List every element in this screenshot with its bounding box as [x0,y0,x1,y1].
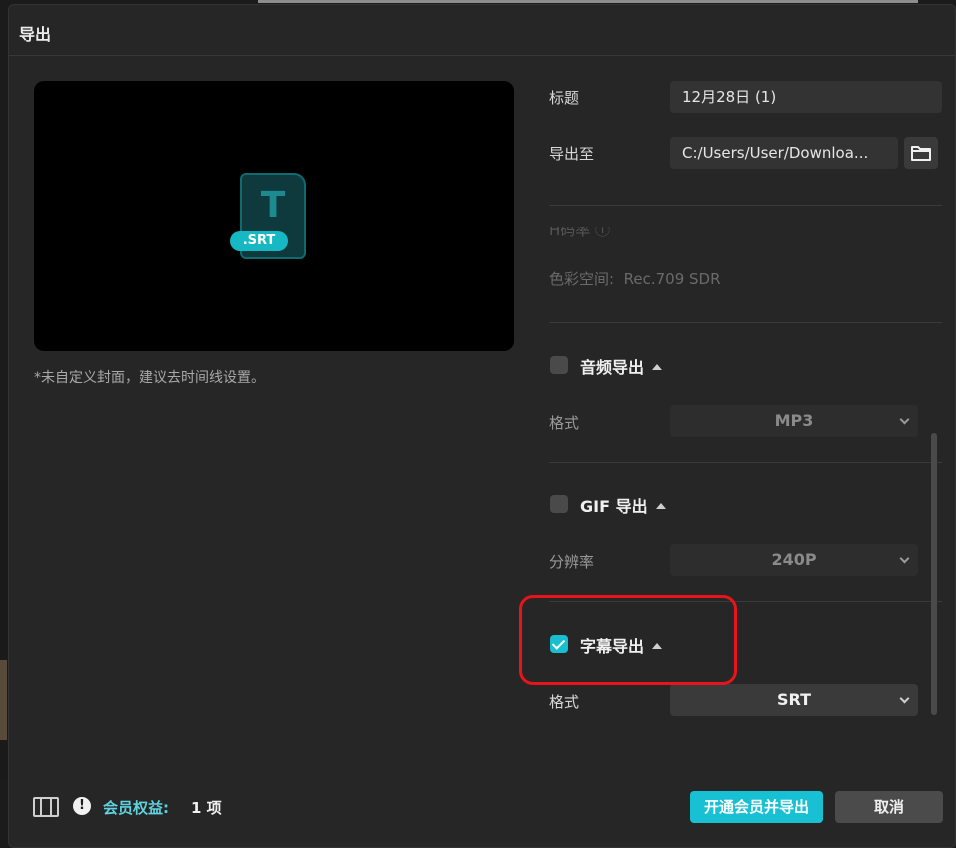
settings-scrollbar[interactable] [931,433,937,715]
audio-export-checkbox[interactable] [550,356,568,374]
color-space-label: 色彩空间: Rec.709 SDR [549,270,721,288]
audio-export-title[interactable]: 音频导出 [580,354,663,378]
cancel-button[interactable]: 取消 [835,791,943,823]
chevron-down-icon [899,553,910,564]
doc-letter: T [260,185,286,226]
title-divider [9,55,955,56]
audio-format-select[interactable]: MP3 [670,405,918,437]
export-dialog: 导出 T .SRT *未自定义封面，建议去时间线设置。 标题 12月28日 (1… [8,4,956,848]
cover-hint: *未自定义封面，建议去时间线设置。 [34,370,265,386]
gif-export-title[interactable]: GIF 导出 [580,493,666,517]
divider [549,205,942,206]
dialog-title: 导出 [19,25,52,44]
partial-row-label: H码率 ⓘ [549,227,611,239]
browse-folder-button[interactable] [904,137,938,169]
divider [549,462,942,463]
preview-area: T .SRT [34,81,514,351]
title-label: 标题 [549,89,580,107]
title-input[interactable]: 12月28日 (1) [670,81,942,113]
dialog-footer: ! 会员权益: 1 项 开通会员并导出 取消 [9,775,955,845]
member-benefits-link[interactable]: 会员权益: [103,797,169,818]
gif-resolution-label: 分辨率 [549,553,595,571]
highlight-annotation [519,595,737,685]
export-path-input[interactable]: C:/Users/User/Downloa... [670,137,898,169]
gif-resolution-select[interactable]: 240P [670,544,918,576]
export-to-label: 导出至 [549,145,595,163]
subtitle-format-label: 格式 [549,693,580,711]
collapse-caret-icon [652,364,663,370]
srt-badge: .SRT [230,231,288,251]
background-window-sliver [0,480,7,780]
folder-icon [911,146,931,161]
audio-format-label: 格式 [549,414,580,432]
gif-export-checkbox[interactable] [550,495,568,513]
divider [549,322,942,323]
member-benefits-count: 1 项 [191,799,222,817]
chevron-down-icon [899,693,910,704]
subscribe-and-export-button[interactable]: 开通会员并导出 [690,791,823,823]
film-icon [33,797,59,817]
subtitle-format-select[interactable]: SRT [670,684,918,716]
alert-icon: ! [73,797,91,815]
background-window-edge [258,0,918,3]
collapse-caret-icon [655,503,666,509]
chevron-down-icon [899,414,910,425]
